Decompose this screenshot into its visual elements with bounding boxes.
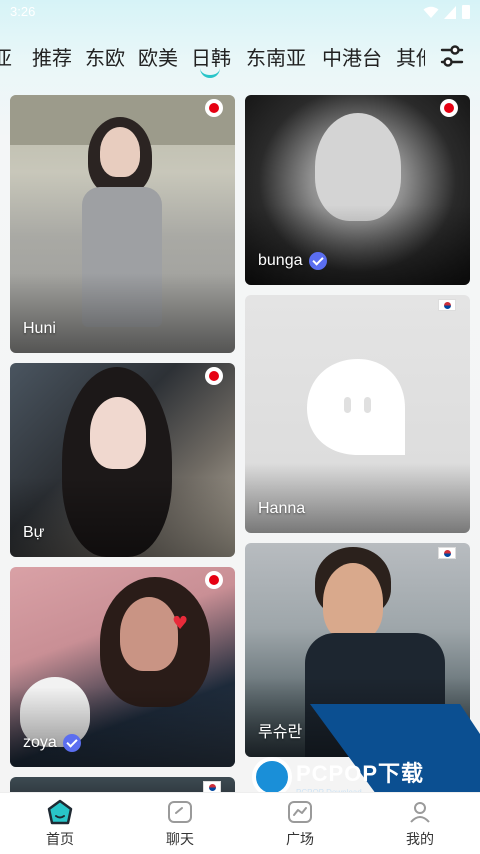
- user-card-bunga[interactable]: bunga: [245, 95, 470, 285]
- nav-plaza[interactable]: 广场: [270, 799, 330, 849]
- user-card-huni[interactable]: Huni: [10, 95, 235, 353]
- card-shade: [10, 273, 235, 353]
- profile-icon: [410, 802, 430, 823]
- live-indicator-icon: [205, 571, 223, 589]
- nav-home[interactable]: 首页: [30, 799, 90, 849]
- tab-china-hk-tw[interactable]: 中港台: [322, 42, 382, 71]
- chat-icon: [168, 801, 192, 823]
- tab-asia[interactable]: 亚: [0, 42, 12, 71]
- card-shade: [10, 687, 235, 767]
- status-time: 3:26: [10, 4, 36, 19]
- verified-badge-icon: [62, 734, 81, 752]
- card-shade: [245, 205, 470, 285]
- status-icons: [423, 5, 470, 19]
- face-shape: [90, 397, 146, 469]
- nav-chat[interactable]: 聊天: [150, 799, 210, 849]
- filter-settings-icon[interactable]: [438, 42, 466, 70]
- nav-label: 首页: [46, 832, 74, 848]
- tab-japan-korea[interactable]: 日韩: [191, 42, 231, 71]
- verified-badge-icon: [308, 252, 327, 270]
- live-indicator-icon: [205, 99, 223, 117]
- watermark-brand: PCPOP下载 PCPOP Download: [252, 756, 424, 797]
- card-shade: [245, 463, 470, 533]
- tab-eastern-europe[interactable]: 东欧: [85, 42, 125, 71]
- live-indicator-icon: [440, 99, 458, 117]
- nav-profile[interactable]: 我的: [390, 799, 450, 849]
- tab-other[interactable]: 其他: [396, 42, 425, 71]
- category-tabs: 亚 推荐 东欧 欧美 日韩 东南亚 中港台 其他: [0, 38, 425, 80]
- nav-label: 聊天: [166, 832, 194, 848]
- face-shape: [100, 127, 140, 177]
- active-tab-indicator: [200, 68, 220, 78]
- tab-recommended[interactable]: 推荐: [32, 42, 72, 71]
- card-name: bunga: [258, 252, 327, 270]
- tab-southeast-asia[interactable]: 东南亚: [246, 42, 306, 71]
- status-bar: 3:26: [0, 0, 480, 26]
- card-name: Huni: [23, 320, 56, 337]
- card-name: 루슈란: [258, 724, 303, 741]
- default-avatar-chat-icon: [307, 359, 405, 455]
- battery-icon: [462, 5, 470, 19]
- watermark-circle-icon: [252, 756, 292, 797]
- nav-label: 广场: [286, 832, 314, 848]
- signal-icon: [444, 5, 456, 19]
- nav-label: 我的: [406, 832, 434, 848]
- card-name: Bự: [23, 524, 45, 541]
- watermark-brand-text: PCPOP下载: [296, 761, 425, 786]
- korea-flag-icon: [438, 547, 456, 559]
- tab-europe-america[interactable]: 欧美: [138, 42, 178, 71]
- face-shape: [120, 597, 178, 671]
- user-card-bu[interactable]: Bự: [10, 363, 235, 557]
- live-indicator-icon: [205, 367, 223, 385]
- home-icon: [47, 799, 73, 825]
- heart-icon: ♥: [172, 613, 189, 634]
- face-shape: [323, 563, 383, 641]
- korea-flag-icon: [438, 299, 456, 311]
- card-name: Hanna: [258, 500, 306, 517]
- wifi-icon: [423, 6, 439, 18]
- user-card-hanna[interactable]: Hanna: [245, 295, 470, 533]
- card-name: zoya: [23, 734, 81, 752]
- bottom-navigation: 首页 聊天 广场 我的: [0, 792, 480, 854]
- card-shade: [10, 477, 235, 557]
- plaza-icon: [288, 801, 312, 823]
- user-card-zoya[interactable]: ♥ zoya: [10, 567, 235, 767]
